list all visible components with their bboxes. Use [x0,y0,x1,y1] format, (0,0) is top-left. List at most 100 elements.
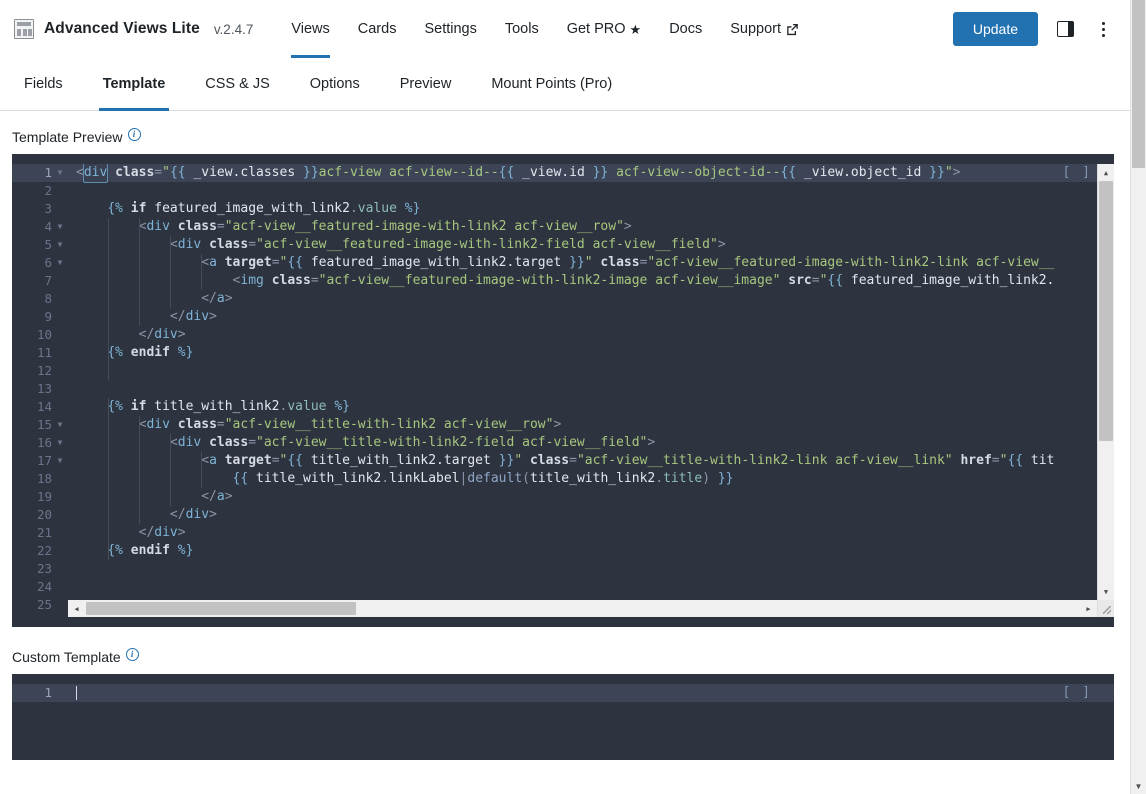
code-line[interactable]: 11▼ {% endif %} [12,344,1097,362]
fold-toggle-icon[interactable]: ▼ [56,236,64,254]
tab-css-js[interactable]: CSS & JS [185,58,289,110]
line-number: 17 ▼ [36,452,64,470]
code-line[interactable]: 23▼ [12,560,1097,578]
line-number: 9▼ [44,309,52,324]
code-line[interactable]: 2▼ [12,182,1097,200]
tab-mount-points[interactable]: Mount Points (Pro) [471,58,632,110]
code-line[interactable]: 7▼ <img class="acf-view__featured-image-… [12,272,1097,290]
line-number: 1▼ [44,685,52,700]
code-line[interactable]: 8▼ </a> [12,290,1097,308]
indent-guide [201,452,202,488]
tab-options[interactable]: Options [290,58,380,110]
tab-fields[interactable]: Fields [4,58,83,110]
code-line[interactable]: 12▼ [12,362,1097,380]
tab-label: Mount Points (Pro) [491,76,613,92]
scroll-up-arrow-icon[interactable]: ▲ [1098,164,1114,181]
app-version: v.2.4.7 [213,21,254,37]
bracket-match-marker: [ ] [1062,165,1092,180]
code-line[interactable]: 1 ▼ < div class = "{{ _view.classes }} acf-vie… [12,164,1097,183]
horizontal-scroll-thumb[interactable] [86,602,356,615]
fold-toggle-icon[interactable]: ▼ [56,452,64,470]
nav-item-cards[interactable]: Cards [344,0,411,58]
fold-toggle-icon[interactable]: ▼ [56,416,64,434]
line-number: 21▼ [36,525,52,540]
scroll-down-arrow-icon[interactable]: ▼ [1098,583,1114,600]
code-text: < div class = "acf-view__title-with-link2 a… [138,417,562,432]
code-line[interactable]: 3▼ {% if featured_image_with_link2.value… [12,200,1097,218]
nav-label: Tools [504,21,539,37]
grid-layout-icon [14,19,34,39]
nav-item-docs[interactable]: Docs [655,0,716,58]
line-number: 6 ▼ [44,254,64,272]
main-content: Template Preview i 1 ▼ < div class = "{{ _vie… [0,111,1130,760]
nav-label: Settings [424,21,477,37]
code-line[interactable]: 21▼ </div> [12,524,1097,542]
app-header: Advanced Views Lite v.2.4.7 Views Cards … [0,0,1130,58]
fold-toggle-icon[interactable]: ▼ [56,218,64,236]
options-menu-button[interactable] [1092,18,1114,40]
editor-vertical-scrollbar[interactable]: ▲ ▼ [1097,164,1114,617]
tab-label: Options [309,76,360,92]
info-icon[interactable]: i [125,647,139,661]
code-line[interactable]: 16 ▼ < div class = "acf-view__title-with-lin… [12,434,1097,452]
code-text: {% if featured_image_with_link2. value %} [107,201,421,216]
custom-template-editor[interactable]: 1▼ [ ] [12,684,1114,760]
code-line[interactable]: 4 ▼ < div class = "acf-view__featured-image-… [12,218,1097,236]
nav-label: Docs [669,21,703,37]
code-lines-container: 1 ▼ < div class = "{{ _view.classes }} acf-vie… [12,164,1097,617]
template-preview-label: Template Preview [12,129,123,145]
code-text: </div > [138,327,186,342]
editor-resize-handle[interactable] [1098,600,1114,617]
page-scroll-thumb[interactable] [1132,0,1145,168]
code-line[interactable]: 10▼ </div> [12,326,1097,344]
code-line[interactable]: 20▼ </div> [12,506,1097,524]
nav-item-settings[interactable]: Settings [410,0,490,58]
nav-item-support[interactable]: Support [716,0,813,58]
code-line[interactable]: 14▼ {% if title_with_link2.value %} [12,398,1097,416]
star-icon: ★ [629,21,642,37]
nav-item-get-pro[interactable]: Get PRO ★ [553,0,655,58]
scroll-left-arrow-icon[interactable]: ◀ [68,600,85,617]
code-line[interactable]: 19▼ </a> [12,488,1097,506]
line-number: 12▼ [36,363,52,378]
update-button[interactable]: Update [952,12,1038,46]
indent-guide [108,398,109,560]
code-text: {% endif %} [107,345,194,360]
code-line[interactable]: 13▼ [12,380,1097,398]
sidebar-panel-toggle-button[interactable] [1054,18,1076,40]
fold-toggle-icon[interactable]: ▼ [56,254,64,272]
line-number: 23▼ [36,561,52,576]
code-line[interactable]: 6 ▼ < a target = "{{ featured_image_with_lin… [12,254,1097,272]
line-number: 15 ▼ [36,416,64,434]
code-line[interactable]: 5 ▼ < div class = "acf-view__featured-image-… [12,236,1097,254]
vertical-scroll-thumb[interactable] [1099,181,1113,441]
page-scrollbar[interactable]: ▼ [1130,0,1146,794]
code-line[interactable]: 17 ▼ < a target = "{{ title_with_link2.targe… [12,452,1097,470]
tab-template[interactable]: Template [83,58,186,111]
info-icon[interactable]: i [127,127,141,141]
nav-item-views[interactable]: Views [277,0,343,58]
code-line[interactable]: 22▼ {% endif %} [12,542,1097,560]
code-line[interactable]: 24▼ [12,578,1097,596]
custom-template-label: Custom Template [12,649,121,665]
template-preview-editor[interactable]: 1 ▼ < div class = "{{ _view.classes }} acf-vie… [12,164,1114,617]
indent-guide [170,236,171,308]
indent-guide [170,434,171,506]
editor-horizontal-scrollbar[interactable]: ◀ ▶ [68,600,1097,617]
code-line[interactable]: 1▼ [12,684,1114,702]
nav-item-tools[interactable]: Tools [491,0,553,58]
code-line[interactable]: 15 ▼ < div class = "acf-view__title-with-lin… [12,416,1097,434]
scroll-right-arrow-icon[interactable]: ▶ [1080,600,1097,617]
line-number: 1▼ [44,164,64,182]
fold-toggle-icon[interactable]: ▼ [56,164,64,182]
line-number: 3▼ [44,201,52,216]
page-scroll-down-arrow-icon[interactable]: ▼ [1131,778,1146,794]
code-line[interactable]: 9▼ </div> [12,308,1097,326]
code-lines-container: 1▼ [12,684,1114,760]
code-line[interactable]: 18▼ {{ title_with_link2.linkLabel|defaul… [12,470,1097,488]
tab-preview[interactable]: Preview [380,58,472,110]
fold-toggle-icon[interactable]: ▼ [56,434,64,452]
